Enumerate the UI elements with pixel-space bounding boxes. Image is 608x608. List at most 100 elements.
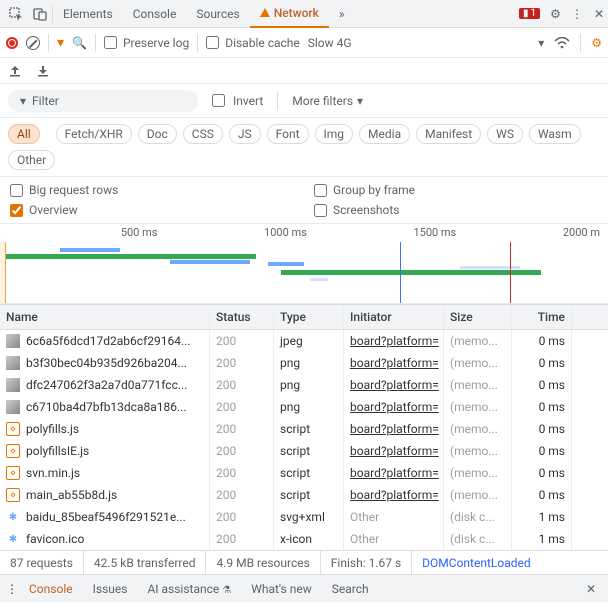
- drawer-tab-search[interactable]: Search: [322, 578, 379, 600]
- table-row[interactable]: ✱baidu_85beaf5496f291521e...200svg+xmlOt…: [0, 506, 608, 528]
- inspect-icon[interactable]: [4, 2, 28, 26]
- cell-name: b3f30bec04b935d926ba204...: [0, 352, 210, 374]
- table-row[interactable]: ⋄polyfills.js200scriptboard?platform=(me…: [0, 418, 608, 440]
- throttle-caret-icon[interactable]: ▾: [538, 36, 544, 50]
- cell-status: 200: [210, 528, 274, 550]
- chip-all[interactable]: All: [8, 124, 40, 144]
- settings-icon[interactable]: ⚙: [550, 7, 561, 21]
- cell-time: 0 ms: [512, 484, 572, 506]
- drawer-tab-issues[interactable]: Issues: [83, 578, 138, 600]
- status-bar: 87 requests 42.5 kB transferred 4.9 MB r…: [0, 550, 608, 574]
- tab-console[interactable]: Console: [123, 1, 187, 27]
- issues-badge[interactable]: ▮1: [519, 8, 540, 19]
- cell-name: ⋄polyfillsIE.js: [0, 440, 210, 462]
- chip-media[interactable]: Media: [359, 124, 410, 144]
- kebab-icon[interactable]: ⋮: [571, 7, 584, 21]
- tick-label: 2000 m: [563, 226, 600, 239]
- tick-label: 500 ms: [121, 226, 158, 239]
- cell-type: script: [274, 418, 344, 440]
- chip-fetch[interactable]: Fetch/XHR: [56, 124, 132, 144]
- cell-initiator[interactable]: Other: [344, 528, 444, 550]
- drawer-tab-ai[interactable]: AI assistance ⚗: [137, 578, 241, 600]
- cell-size: (memo...: [444, 374, 512, 396]
- cell-name: ⋄main_ab55b8d.js: [0, 484, 210, 506]
- upload-icon[interactable]: [8, 64, 22, 78]
- chip-wasm[interactable]: Wasm: [529, 124, 581, 144]
- chip-manifest[interactable]: Manifest: [416, 124, 481, 144]
- drawer-menu-icon[interactable]: ⋮: [6, 582, 19, 596]
- throttling-select[interactable]: Slow 4G: [308, 36, 352, 50]
- cell-initiator[interactable]: board?platform=: [344, 330, 444, 352]
- table-row[interactable]: 6c6a5f6dcd17d2ab6cf29164...200jpegboard?…: [0, 330, 608, 352]
- cell-name: ✱baidu_85beaf5496f291521e...: [0, 506, 210, 528]
- cell-status: 200: [210, 462, 274, 484]
- cell-size: (memo...: [444, 440, 512, 462]
- drawer-tab-whatsnew[interactable]: What's new: [241, 578, 322, 600]
- overview-checkbox[interactable]: Overview: [10, 203, 294, 217]
- search-icon[interactable]: 🔍: [72, 36, 87, 50]
- cell-initiator[interactable]: Other: [344, 506, 444, 528]
- table-row[interactable]: ⋄main_ab55b8d.js200scriptboard?platform=…: [0, 484, 608, 506]
- cell-initiator[interactable]: board?platform=: [344, 396, 444, 418]
- cell-status: 200: [210, 484, 274, 506]
- cell-initiator[interactable]: board?platform=: [344, 484, 444, 506]
- drawer-close-icon[interactable]: ✕: [580, 582, 602, 596]
- cell-type: png: [274, 374, 344, 396]
- tab-elements[interactable]: Elements: [53, 1, 123, 27]
- summary-dcl: DOMContentLoaded: [412, 551, 540, 574]
- group-frame-checkbox[interactable]: Group by frame: [314, 183, 598, 197]
- clear-button[interactable]: [26, 36, 40, 50]
- cell-initiator[interactable]: board?platform=: [344, 462, 444, 484]
- close-icon[interactable]: ✕: [594, 7, 604, 21]
- overview-timeline[interactable]: 0 500 ms 1000 ms 1500 ms 2000 m: [0, 224, 608, 304]
- cell-type: x-icon: [274, 528, 344, 550]
- screenshots-checkbox[interactable]: Screenshots: [314, 203, 598, 217]
- table-row[interactable]: ✱favicon.ico200x-iconOther(disk c...1 ms: [0, 528, 608, 550]
- table-row[interactable]: c6710ba4d7bfb13dca8a186...200pngboard?pl…: [0, 396, 608, 418]
- chip-img[interactable]: Img: [315, 124, 354, 144]
- chip-other[interactable]: Other: [8, 150, 55, 170]
- cell-size: (memo...: [444, 418, 512, 440]
- drawer-tab-console[interactable]: Console: [19, 578, 83, 600]
- cell-initiator[interactable]: board?platform=: [344, 352, 444, 374]
- cell-initiator[interactable]: board?platform=: [344, 374, 444, 396]
- display-options: Big request rows Group by frame Overview…: [0, 177, 608, 224]
- filter-input[interactable]: ▾Filter: [8, 90, 198, 112]
- wifi-icon[interactable]: [554, 37, 570, 49]
- table-header[interactable]: NameStatusTypeInitiatorSizeTime: [0, 304, 608, 330]
- more-filters[interactable]: More filters ▾: [292, 94, 363, 108]
- more-tabs[interactable]: [329, 1, 355, 27]
- table-row[interactable]: ⋄svn.min.js200scriptboard?platform=(memo…: [0, 462, 608, 484]
- device-icon[interactable]: [28, 2, 52, 26]
- tab-network[interactable]: Network: [250, 0, 329, 28]
- cell-name: dfc247062f3a2a7d0a771fcc...: [0, 374, 210, 396]
- tick-label: 1500 ms: [413, 226, 456, 239]
- filter-toggle-icon[interactable]: ▾: [57, 35, 64, 51]
- chip-js[interactable]: JS: [229, 124, 261, 144]
- table-row[interactable]: ⋄polyfillsIE.js200scriptboard?platform=(…: [0, 440, 608, 462]
- invert-checkbox[interactable]: Invert: [212, 94, 263, 108]
- disable-cache-checkbox[interactable]: Disable cache: [206, 36, 300, 50]
- table-row[interactable]: dfc247062f3a2a7d0a771fcc...200pngboard?p…: [0, 374, 608, 396]
- requests-table: NameStatusTypeInitiatorSizeTime 6c6a5f6d…: [0, 304, 608, 550]
- cell-initiator[interactable]: board?platform=: [344, 418, 444, 440]
- record-button[interactable]: [6, 37, 18, 49]
- download-icon[interactable]: [36, 64, 50, 78]
- chip-font[interactable]: Font: [267, 124, 309, 144]
- network-settings-icon[interactable]: ⚙: [591, 36, 602, 50]
- cell-initiator[interactable]: board?platform=: [344, 440, 444, 462]
- cell-type: jpeg: [274, 330, 344, 352]
- cell-status: 200: [210, 396, 274, 418]
- cell-status: 200: [210, 330, 274, 352]
- import-export-bar: [0, 58, 608, 84]
- chip-doc[interactable]: Doc: [138, 124, 177, 144]
- cell-size: (disk c...: [444, 506, 512, 528]
- cell-time: 0 ms: [512, 374, 572, 396]
- tab-sources[interactable]: Sources: [186, 1, 249, 27]
- big-rows-checkbox[interactable]: Big request rows: [10, 183, 294, 197]
- preserve-log-checkbox[interactable]: Preserve log: [104, 36, 189, 50]
- table-row[interactable]: b3f30bec04b935d926ba204...200pngboard?pl…: [0, 352, 608, 374]
- chip-ws[interactable]: WS: [487, 124, 523, 144]
- cell-time: 0 ms: [512, 396, 572, 418]
- chip-css[interactable]: CSS: [183, 124, 223, 144]
